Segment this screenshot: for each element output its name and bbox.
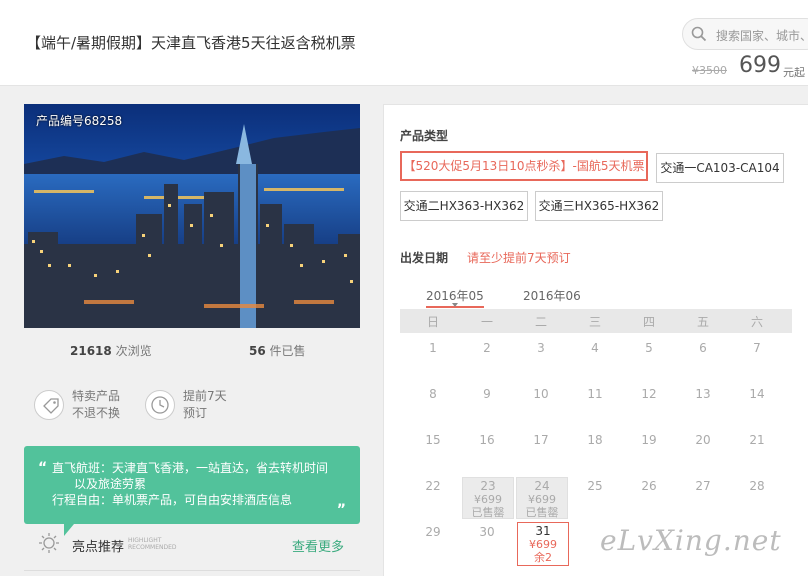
calendar-day: 13 (695, 387, 711, 401)
calendar-day: 12 (641, 387, 657, 401)
calendar-day: 4 (591, 341, 599, 355)
calendar-day: 8 (429, 387, 437, 401)
calendar-day: 9 (483, 387, 491, 401)
highlights-box: “ 直飞航班：天津直飞香港，一站直达，省去转机时间 以及旅途劳累 行程自由：单机… (24, 446, 360, 524)
calendar-day: 29 (425, 525, 441, 539)
tab-month-june[interactable]: 2016年06 (523, 287, 581, 304)
product-gallery: 产品编号68258 (24, 104, 360, 328)
view-more-link[interactable]: 查看更多 (292, 536, 344, 555)
product-photo[interactable]: 产品编号68258 (24, 104, 360, 328)
month-indicator (452, 303, 458, 307)
highlights-label: 亮点推荐 (72, 540, 125, 555)
calendar-day: 5 (645, 341, 653, 355)
weekday-label: 二 (534, 315, 547, 329)
sun-icon (39, 533, 59, 553)
current-price: 699 (739, 53, 781, 78)
calendar-day: 16 (479, 433, 495, 447)
sold-stat: 56 件已售 (249, 344, 306, 358)
option-transport-1[interactable]: 交通一CA103-CA104 (656, 153, 784, 183)
booking-notice: 请至少提前7天预订 (467, 251, 571, 265)
calendar-day: 11 (587, 387, 603, 401)
calendar-day: 18 (587, 433, 603, 447)
calendar-day: 22 (425, 479, 441, 493)
open-quote-icon: “ (38, 460, 48, 476)
highlight-line: 以及旅途劳累 (74, 477, 147, 491)
highlight-line: 直飞航班：天津直飞香港，一站直达，省去转机时间 (52, 461, 329, 475)
calendar-day: 7 (753, 341, 761, 355)
booking-panel: 产品类型 【520大促5月13日10点秒杀】-国航5天机票 交通一CA103-C… (383, 104, 808, 576)
weekday-label: 三 (588, 315, 601, 329)
calendar-day: 14 (749, 387, 765, 401)
option-transport-2[interactable]: 交通二HX363-HX362 (400, 191, 528, 221)
weekday-label: 五 (696, 315, 709, 329)
divider (24, 570, 360, 571)
hong-kong-skyline-image (24, 104, 360, 328)
calendar-day: 21 (749, 433, 765, 447)
page-title: 【端午/暑期假期】天津直飞香港5天往返含税机票 (26, 34, 356, 52)
close-quote-icon: ” (336, 502, 346, 518)
weekday-label: 一 (480, 315, 493, 329)
calendar-day: 28 (749, 479, 765, 493)
calendar-day: 20 (695, 433, 711, 447)
product-stats: 21618 次浏览 56 件已售 (24, 342, 360, 362)
tag-icon (34, 390, 64, 420)
weekday-label: 日 (426, 315, 439, 329)
option-transport-3[interactable]: 交通三HX365-HX362 (535, 191, 663, 221)
calendar-day: 19 (641, 433, 657, 447)
search-placeholder: 搜索国家、城市、 (716, 29, 808, 43)
calendar-day-available[interactable]: 31 ¥699 余2 (517, 522, 569, 566)
calendar-day: 25 (587, 479, 603, 493)
search-input[interactable]: 搜索国家、城市、 (682, 18, 808, 50)
calendar-day: 10 (533, 387, 549, 401)
weekday-header: 日 一 二 三 四 五 六 (400, 309, 792, 333)
product-type-label: 产品类型 (400, 129, 449, 143)
calendar-day: 15 (425, 433, 441, 447)
original-price: ¥3500 (692, 64, 727, 77)
product-code: 产品编号68258 (36, 114, 123, 128)
calendar-day: 30 (479, 525, 495, 539)
calendar-day: 1 (429, 341, 437, 355)
calendar-day-sold-out: 24 ¥699 已售罄 (516, 477, 568, 519)
price-unit: 元起 (783, 66, 805, 79)
site-watermark: eLvXing.net (600, 524, 782, 557)
views-stat: 21618 次浏览 (70, 344, 152, 358)
highlight-line: 行程自由：单机票产品，可自由安排酒店信息 (52, 493, 293, 507)
weekday-label: 六 (750, 315, 763, 329)
search-icon (691, 26, 707, 42)
calendar-day: 6 (699, 341, 707, 355)
page-header: 【端午/暑期假期】天津直飞香港5天往返含税机票 搜索国家、城市、 ¥3500 6… (0, 0, 808, 86)
calendar-day-sold-out: 23 ¥699 已售罄 (462, 477, 514, 519)
calendar-day: 27 (695, 479, 711, 493)
highlights-row: 亮点推荐 HIGHLIGHT RECOMMENDED 查看更多 (24, 532, 360, 556)
highlights-label-en: HIGHLIGHT RECOMMENDED (128, 537, 177, 551)
clock-icon (145, 390, 175, 420)
calendar-day: 3 (537, 341, 545, 355)
calendar-day: 2 (483, 341, 491, 355)
calendar-day: 26 (641, 479, 657, 493)
departure-date-label: 出发日期 (400, 251, 449, 265)
weekday-label: 四 (642, 315, 655, 329)
calendar-day: 17 (533, 433, 549, 447)
option-promo-flight[interactable]: 【520大促5月13日10点秒杀】-国航5天机票 (400, 151, 648, 181)
